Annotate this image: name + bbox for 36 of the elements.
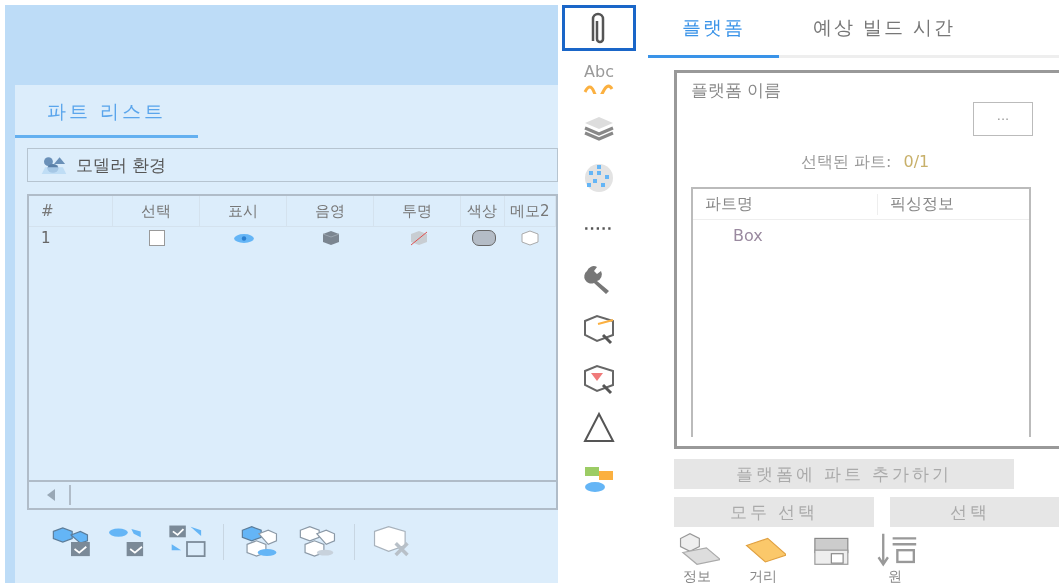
eye-icon[interactable] — [233, 232, 256, 244]
tool-label: 원 — [888, 569, 902, 583]
column-header[interactable]: 픽싱정보 — [878, 193, 954, 215]
tool-label: 정보 — [683, 569, 711, 583]
column-header[interactable]: # — [29, 196, 113, 226]
column-header[interactable]: 메모2 — [504, 196, 556, 226]
tool-text: Abc — [584, 62, 614, 80]
tab[interactable]: 예상 빌드 시간 — [779, 5, 990, 55]
environment-dropdown[interactable]: 모델러 환경 — [27, 148, 558, 182]
dotted-line-icon — [584, 225, 614, 231]
tool-button[interactable] — [562, 5, 636, 51]
tab[interactable]: 플랫폼 — [648, 5, 779, 58]
selected-parts-count: 0/1 — [903, 152, 930, 173]
selected-parts-label: 선택된 파트: — [801, 152, 892, 173]
crossed-cube-icon[interactable] — [408, 230, 429, 246]
cubes-icon — [40, 155, 68, 175]
column-header[interactable]: 음영 — [287, 196, 375, 226]
table-cell-text: Box — [732, 225, 764, 245]
tool-button[interactable]: Abc — [562, 55, 636, 101]
action-button[interactable]: 선택 — [890, 497, 1059, 527]
tool-label: 거리 — [749, 569, 777, 583]
row-number: 1 — [40, 228, 52, 249]
checkbox[interactable] — [149, 230, 165, 246]
column-header[interactable]: 파트명 — [693, 193, 878, 215]
tab[interactable]: 파트 리스트 — [15, 93, 199, 138]
column-header[interactable]: 표시 — [199, 196, 287, 226]
solid-cube-icon[interactable] — [321, 230, 342, 246]
column-header[interactable]: 색상 — [461, 196, 505, 226]
group-label: 플랫폼 이름 — [691, 79, 783, 102]
column-header[interactable]: 선택 — [112, 196, 200, 226]
cube-outline-icon[interactable] — [520, 230, 541, 246]
column-header[interactable]: 투명 — [374, 196, 462, 226]
color-swatch[interactable] — [471, 230, 496, 246]
dropdown-value: 모델러 환경 — [76, 153, 167, 177]
action-button[interactable]: 모두 선택 — [674, 497, 874, 527]
more-button[interactable]: ··· — [973, 102, 1033, 136]
